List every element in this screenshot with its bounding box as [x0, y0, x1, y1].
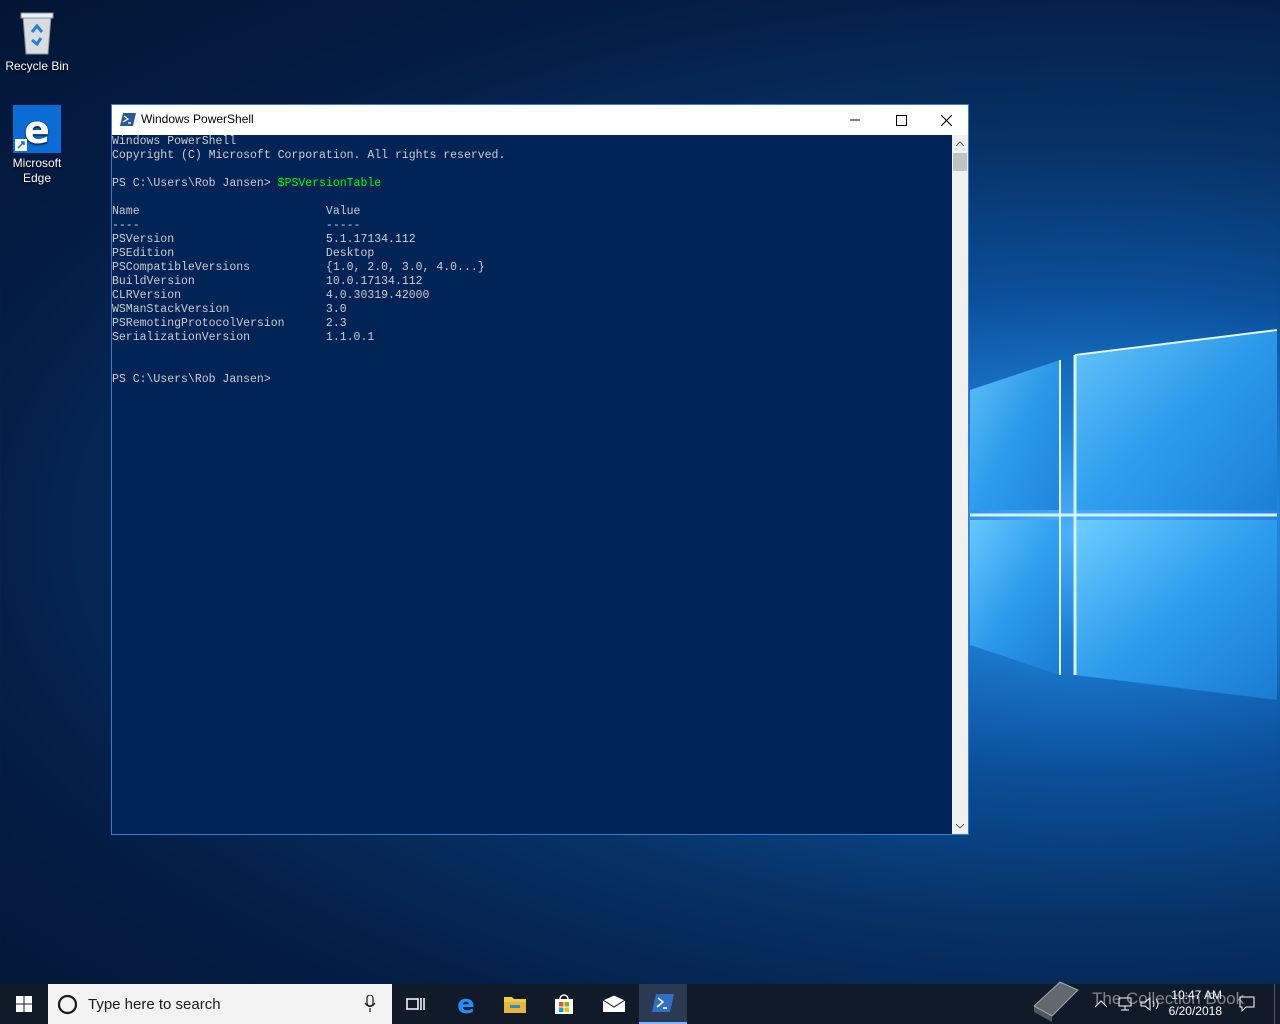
console-line: ---- ----- — [112, 219, 361, 232]
recycle-bin-desktop-icon[interactable]: Recycle Bin — [0, 8, 74, 74]
edge-icon: e — [13, 105, 61, 153]
console-line: PSRemotingProtocolVersion 2.3 — [112, 317, 347, 330]
edge-label-line1: Microsoft — [12, 156, 62, 170]
console-line: PSVersion 5.1.17134.112 — [112, 233, 416, 246]
console-line: PS C:\Users\Rob Jansen> $PSVersionTable — [112, 177, 952, 191]
show-desktop-button[interactable] — [1274, 984, 1280, 1024]
console-line: PS C:\Users\Rob Jansen> — [112, 373, 271, 386]
windows-start-icon — [16, 996, 32, 1012]
taskbar-mail-button[interactable] — [590, 984, 638, 1024]
maximize-icon — [895, 114, 907, 126]
search-placeholder: Type here to search — [88, 996, 221, 1013]
chevron-down-icon — [956, 823, 964, 829]
window-title: Windows PowerShell — [141, 112, 254, 126]
powershell-window: Windows PowerShell Windows PowerShell Cop… — [111, 104, 969, 835]
console-line: PSEdition Desktop — [112, 247, 375, 260]
mail-icon — [602, 995, 626, 1012]
scroll-down-button[interactable] — [952, 818, 968, 834]
wallpaper-windows-logo — [970, 329, 1278, 700]
edge-icon: e — [457, 992, 475, 1016]
taskbar-file-explorer-button[interactable] — [491, 984, 539, 1024]
title-bar[interactable]: Windows PowerShell — [112, 105, 968, 135]
console-line: PSCompatibleVersions {1.0, 2.0, 3.0, 4.0… — [112, 261, 485, 274]
edge-desktop-icon[interactable]: e Microsoft Edge — [0, 105, 74, 186]
minimize-button[interactable] — [832, 105, 878, 135]
search-box[interactable]: Type here to search — [48, 984, 392, 1024]
console-output[interactable]: Windows PowerShell Copyright (C) Microsof… — [112, 135, 952, 834]
console-line: SerializationVersion 1.1.0.1 — [112, 331, 375, 344]
edge-label-line2: Edge — [22, 171, 52, 185]
taskbar-store-button[interactable] — [540, 984, 588, 1024]
recycle-bin-icon — [13, 8, 61, 56]
console-command: $PSVersionTable — [277, 177, 382, 190]
svg-text:e: e — [24, 108, 50, 152]
start-button[interactable] — [0, 984, 48, 1024]
powershell-icon — [120, 113, 136, 126]
console-line: CLRVersion 4.0.30319.42000 — [112, 289, 430, 302]
vertical-scrollbar[interactable] — [952, 135, 968, 834]
maximize-button[interactable] — [878, 105, 924, 135]
taskbar-edge-button[interactable]: e — [442, 984, 490, 1024]
task-view-icon — [406, 998, 425, 1010]
watermark-text: The Collection Book — [1092, 989, 1245, 1008]
console-prompt: PS C:\Users\Rob Jansen> — [112, 177, 278, 190]
svg-text:e: e — [457, 992, 475, 1016]
recycle-bin-label: Recycle Bin — [5, 59, 69, 73]
store-icon — [555, 994, 573, 1014]
minimize-icon — [850, 119, 860, 121]
task-view-button[interactable] — [392, 984, 440, 1024]
console-line: Name Value — [112, 205, 361, 218]
microphone-icon[interactable] — [364, 995, 376, 1013]
taskbar-powershell-button[interactable] — [639, 984, 687, 1024]
cortana-icon — [57, 994, 78, 1015]
powershell-icon — [652, 994, 674, 1012]
folder-icon — [504, 997, 526, 1013]
close-button[interactable] — [923, 105, 969, 135]
scroll-up-button[interactable] — [952, 135, 968, 151]
console-line: Windows PowerShell — [112, 135, 237, 148]
close-icon — [940, 114, 952, 126]
scrollbar-thumb[interactable] — [953, 153, 967, 171]
book-watermark-icon — [1033, 981, 1079, 1022]
chevron-up-icon — [956, 140, 964, 146]
console-line: Copyright (C) Microsoft Corporation. All… — [112, 149, 506, 162]
console-line: WSManStackVersion 3.0 — [112, 303, 347, 316]
watermark: The Collection Book — [1030, 972, 1270, 1024]
console-line: BuildVersion 10.0.17134.112 — [112, 275, 423, 288]
